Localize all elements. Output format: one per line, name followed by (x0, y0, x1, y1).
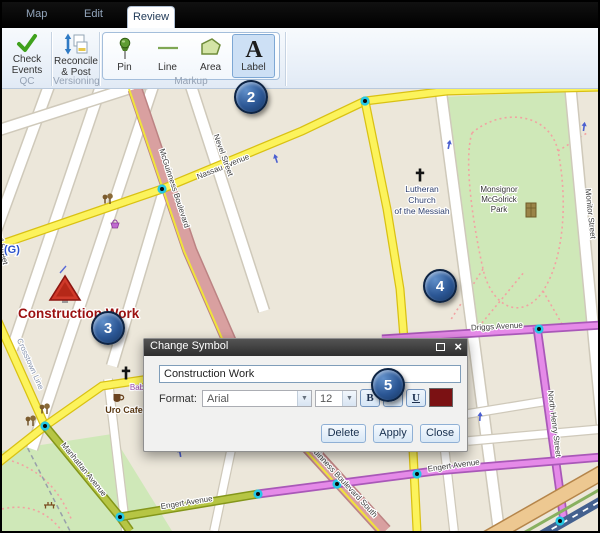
font-size-value: 12 (320, 393, 341, 405)
church-cross-icon (416, 169, 424, 182)
map-svg: Leonard Street Nassau Avenue Nevel Stree… (2, 89, 598, 531)
oneway-arrow-icon (581, 121, 587, 131)
chevron-down-icon[interactable]: ▼ (342, 391, 356, 406)
callout-badge-3: 3 (91, 311, 125, 345)
group-label-versioning: Versioning (53, 76, 99, 87)
reconcile-label-1: Reconcile (54, 56, 98, 67)
font-family-value: Arial (207, 393, 296, 405)
pin-tool-label: Pin (117, 62, 131, 73)
ribbon: Check Events QC Reconcile & Post Version… (2, 28, 598, 89)
poi-park-line2: McGolrick (481, 195, 518, 204)
close-icon[interactable]: × (454, 339, 462, 354)
tab-map[interactable]: Map (26, 8, 47, 20)
ribbon-group-qc: Check Events QC (4, 30, 50, 88)
subway-g-label: (G) (4, 244, 20, 256)
construction-marker[interactable] (50, 266, 80, 303)
line-icon (156, 36, 180, 62)
markup-panel: Pin Line Area A (102, 32, 280, 80)
chevron-down-icon[interactable]: ▼ (297, 391, 311, 406)
area-tool-button[interactable]: Area (189, 34, 232, 78)
pin-icon (113, 36, 137, 62)
dialog-title-bar[interactable]: Change Symbol × (144, 339, 467, 356)
pin-tool-button[interactable]: Pin (103, 34, 146, 78)
label-a-icon: A (242, 36, 266, 62)
park-building-icon (526, 203, 536, 217)
poi-lutheran-line2: Church (408, 195, 436, 205)
area-tool-label: Area (200, 62, 221, 73)
area-icon (199, 36, 223, 62)
poi-uro-cafe: Uro Cafe (105, 405, 143, 415)
font-family-select[interactable]: Arial ▼ (202, 390, 312, 407)
cafe-cup-icon (114, 394, 124, 402)
poi-lutheran-line1: Lutheran (405, 184, 439, 194)
group-label-qc: QC (4, 76, 50, 87)
poi-park-line3: Park (491, 205, 508, 214)
underline-button[interactable]: U (406, 389, 426, 407)
line-tool-label: Line (158, 62, 177, 73)
group-separator (51, 32, 52, 86)
poi-park-line1: Monsignor (480, 185, 518, 194)
close-button[interactable]: Close (420, 424, 460, 443)
delete-button[interactable]: Delete (321, 424, 366, 443)
ribbon-group-versioning: Reconcile & Post Versioning (53, 30, 99, 88)
check-events-label-1: Check (13, 54, 41, 65)
check-icon (15, 32, 39, 54)
reconcile-post-button[interactable]: Reconcile & Post (54, 30, 98, 78)
maximize-icon[interactable] (436, 343, 445, 351)
apply-button[interactable]: Apply (373, 424, 413, 443)
label-tool-button[interactable]: A Label (232, 34, 275, 78)
oneway-arrow-icon (272, 153, 280, 163)
poi-lutheran-line3: of the Messiah (394, 206, 450, 216)
svg-text:A: A (245, 37, 263, 62)
group-separator (285, 32, 286, 86)
label-text-input[interactable] (159, 365, 461, 383)
reconcile-icon (63, 32, 89, 56)
check-events-label-2: Events (12, 65, 43, 76)
callout-badge-4: 4 (423, 269, 457, 303)
tab-review[interactable]: Review (127, 6, 175, 28)
callout-badge-2: 2 (234, 80, 268, 114)
dialog-title: Change Symbol (150, 340, 228, 352)
label-tool-label: Label (241, 62, 265, 73)
group-separator (99, 32, 100, 86)
change-symbol-dialog: Change Symbol × Format: Arial ▼ 12 ▼ B I… (143, 338, 468, 452)
app-window: Map Edit Review Check Events QC (0, 0, 600, 533)
format-label: Format: (159, 393, 197, 405)
color-swatch[interactable] (429, 388, 453, 407)
map-canvas[interactable]: Leonard Street Nassau Avenue Nevel Stree… (2, 89, 598, 531)
ribbon-tab-bar: Map Edit Review (2, 2, 598, 28)
callout-badge-5: 5 (371, 368, 405, 402)
line-tool-button[interactable]: Line (146, 34, 189, 78)
font-size-select[interactable]: 12 ▼ (315, 390, 357, 407)
tab-edit[interactable]: Edit (84, 8, 103, 20)
check-events-button[interactable]: Check Events (12, 30, 43, 76)
